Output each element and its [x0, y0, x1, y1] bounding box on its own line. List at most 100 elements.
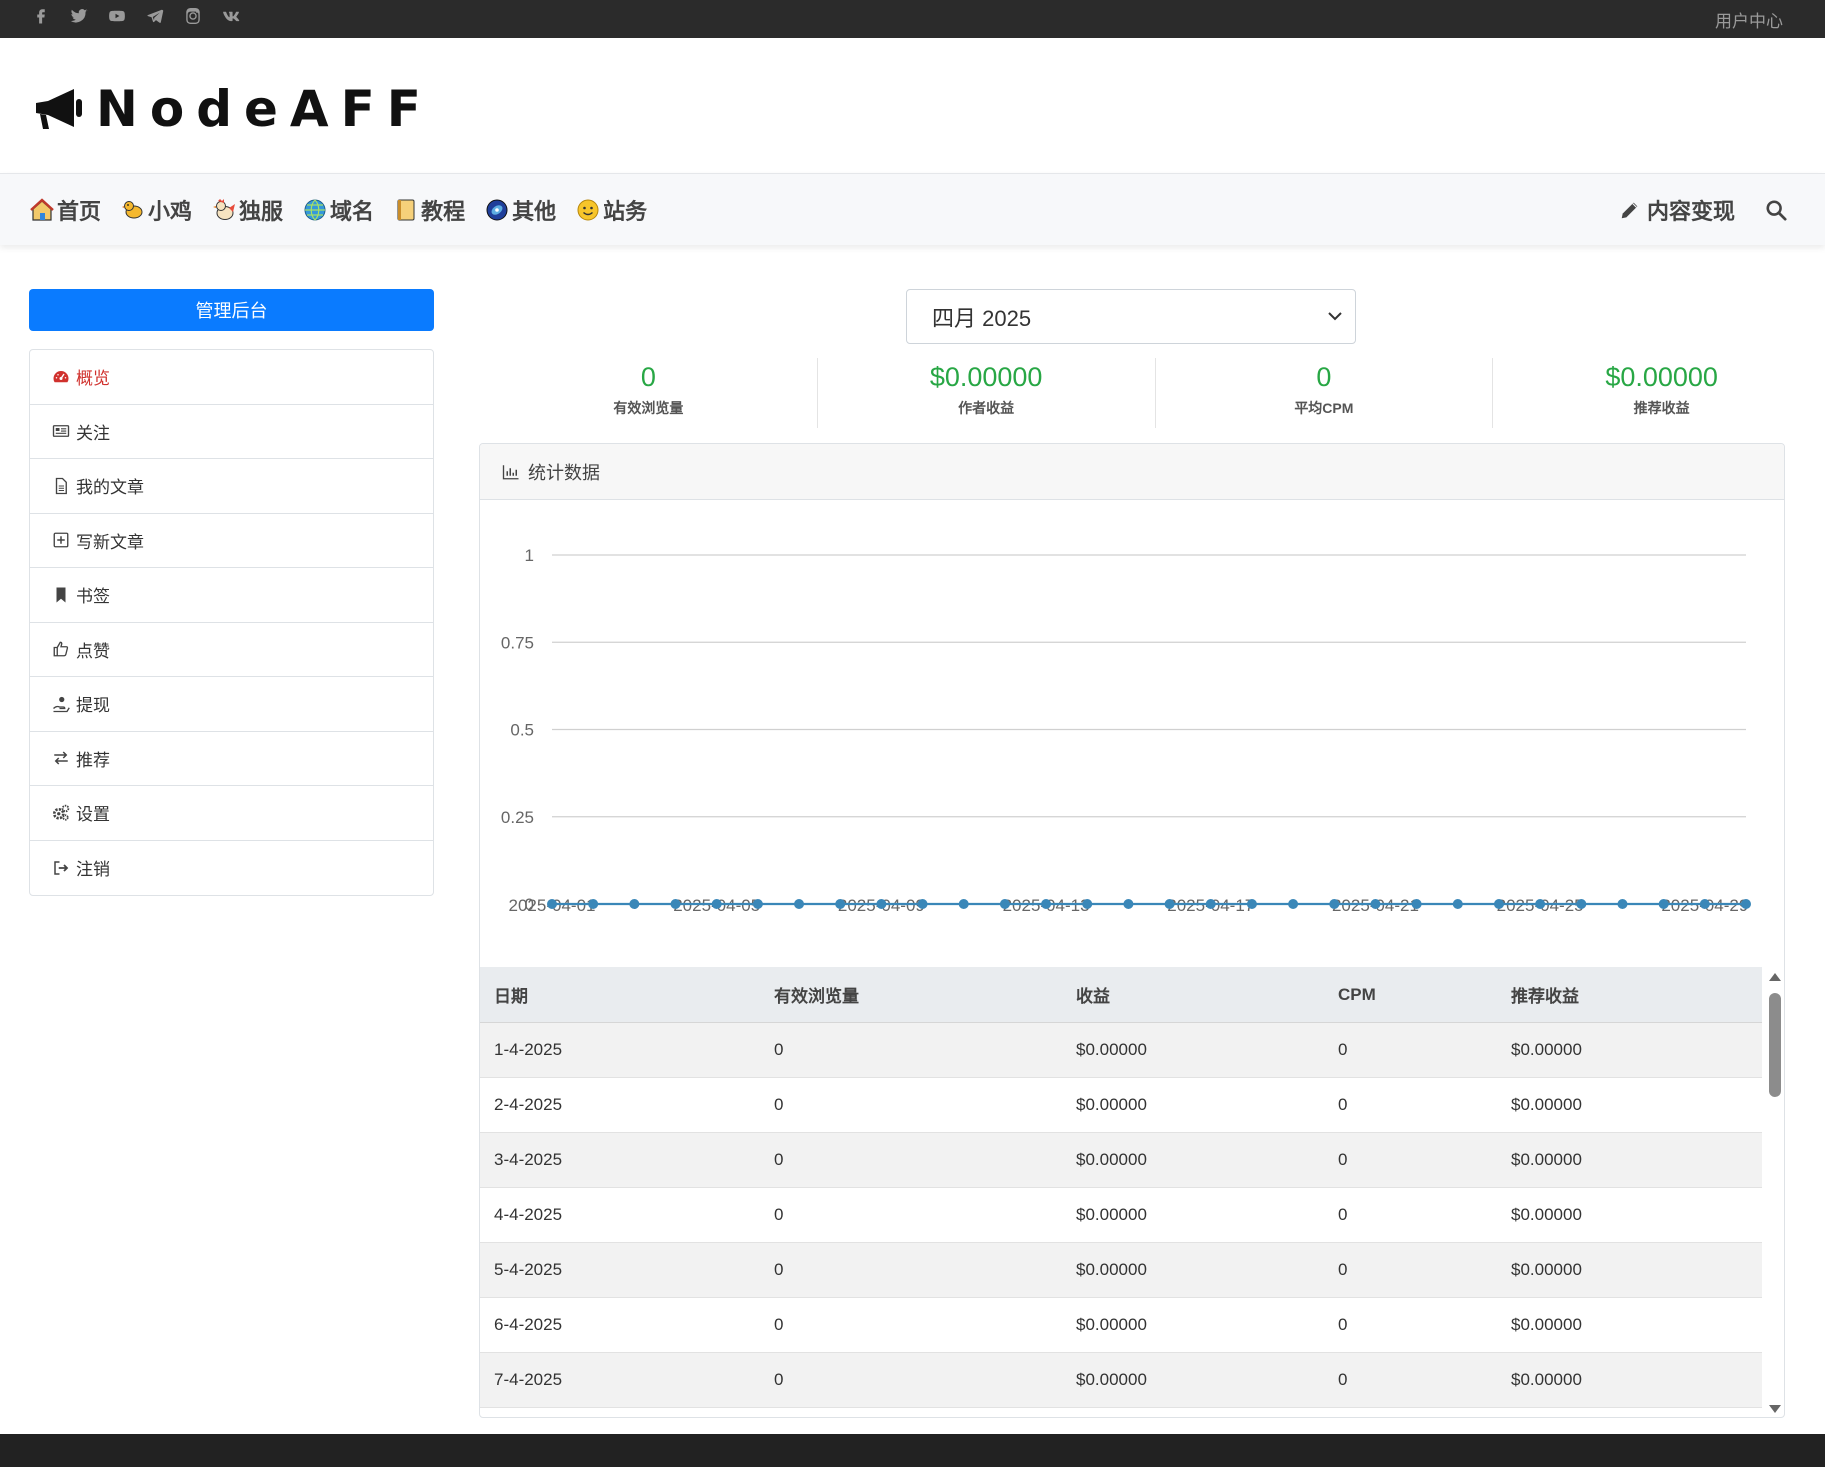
cell-referral: $0.00000	[1511, 1370, 1582, 1389]
data-point	[1617, 899, 1628, 909]
cell-cpm: 0	[1338, 1095, 1348, 1114]
cell-referral: $0.00000	[1511, 1150, 1582, 1169]
col-header-views: 有效浏览量	[774, 987, 859, 1006]
cell-referral: $0.00000	[1511, 1315, 1582, 1334]
globe-icon	[304, 199, 326, 221]
sidebar-item-settings[interactable]: 设置	[30, 786, 433, 841]
logo-text: NodeAFF	[96, 80, 433, 138]
scroll-up-arrow-icon[interactable]	[1769, 973, 1781, 981]
admin-dashboard-button[interactable]: 管理后台	[29, 289, 434, 331]
cell-cpm: 0	[1338, 1150, 1348, 1169]
nav-item-site[interactable]: 站务	[576, 194, 647, 226]
cell-earnings: $0.00000	[1076, 1150, 1147, 1169]
user-center-link[interactable]: 用户中心	[1715, 7, 1783, 32]
social-links	[30, 0, 242, 32]
nav-item-label: 独服	[239, 199, 284, 224]
sidebar-item-label: 关注	[76, 423, 110, 443]
vk-icon[interactable]	[220, 5, 242, 27]
site-header: NodeAFF	[0, 38, 1825, 173]
newspaper-icon	[52, 425, 70, 438]
stat-label: 平均CPM	[1294, 400, 1354, 416]
sidebar-item-logout[interactable]: 注销	[30, 841, 433, 896]
cell-views: 0	[774, 1315, 784, 1334]
youtube-icon[interactable]	[106, 5, 128, 27]
data-point	[1123, 899, 1134, 909]
site-logo[interactable]: NodeAFF	[32, 80, 433, 138]
y-tick-label: 1	[525, 546, 534, 565]
twitter-icon[interactable]	[68, 5, 90, 27]
sidebar-item-withdraw[interactable]: 提现	[30, 677, 433, 732]
cell-earnings: $0.00000	[1076, 1095, 1147, 1114]
cell-views: 0	[774, 1095, 784, 1114]
cell-cpm: 0	[1338, 1040, 1348, 1059]
monetize-label: 内容变现	[1646, 199, 1735, 224]
cell-date: 3-4-2025	[494, 1150, 563, 1169]
top-bar: 用户中心	[0, 0, 1825, 38]
nav-item-label: 教程	[421, 199, 466, 224]
data-point	[1699, 899, 1710, 909]
cell-date: 4-4-2025	[494, 1205, 563, 1224]
sidebar-item-following[interactable]: 关注	[30, 405, 433, 459]
sidebar-item-my-articles[interactable]: 我的文章	[30, 459, 433, 514]
nav-item-home[interactable]: 首页	[30, 194, 101, 226]
stat-label: 作者收益	[958, 400, 1015, 416]
search-icon[interactable]	[1765, 199, 1787, 221]
scroll-thumb[interactable]	[1769, 993, 1781, 1097]
stat-value: $0.00000	[929, 362, 1043, 392]
stat-value: $0.00000	[1605, 362, 1718, 392]
sidebar-item-referral[interactable]: 推荐	[30, 732, 433, 786]
cell-earnings: $0.00000	[1076, 1370, 1147, 1389]
nav-item-other[interactable]: 其他	[485, 194, 556, 226]
telegram-icon[interactable]	[144, 5, 166, 27]
rooster-icon	[213, 199, 236, 220]
sidebar-item-likes[interactable]: 点赞	[30, 623, 433, 677]
nav-item-tutorial[interactable]: 教程	[394, 194, 465, 226]
data-point	[588, 899, 599, 909]
cell-referral: $0.00000	[1511, 1260, 1582, 1279]
monetize-link[interactable]: 内容变现	[1619, 194, 1735, 226]
table-scrollbar[interactable]	[1766, 967, 1784, 1417]
cell-earnings: $0.00000	[1076, 1040, 1147, 1059]
thumbs-up-icon	[53, 641, 69, 657]
sidebar-item-overview[interactable]: 概览	[30, 350, 433, 405]
cell-earnings: $0.00000	[1076, 1205, 1147, 1224]
card-title: 统计数据	[528, 462, 600, 483]
cell-cpm: 0	[1338, 1205, 1348, 1224]
sidebar-menu: 概览 关注 我的文章 写新文章 书签 点赞 提现 推荐 设置 注销	[29, 349, 434, 896]
sidebar-item-label: 概览	[76, 369, 110, 389]
disk-icon	[486, 199, 508, 221]
sidebar-item-bookmarks[interactable]: 书签	[30, 568, 433, 623]
stats-table: 日期 有效浏览量 收益 CPM 推荐收益 1-4-2025 0 $0.00000 0 $…	[480, 967, 1762, 1408]
stat-value: 0	[640, 362, 656, 392]
facebook-icon[interactable]	[30, 5, 52, 27]
cell-cpm: 0	[1338, 1260, 1348, 1279]
sidebar-item-new-article[interactable]: 写新文章	[30, 514, 433, 568]
card-header: 统计数据	[480, 444, 1784, 500]
col-header-earnings: 收益	[1076, 987, 1110, 1006]
nav-item-dedicated[interactable]: 独服	[212, 194, 283, 226]
data-point	[794, 899, 805, 909]
instagram-icon[interactable]	[182, 5, 204, 27]
table-body: 1-4-2025 0 $0.00000 0 $0.00000 2-4-2025 0 $0.00…	[480, 1023, 1762, 1408]
stats-table-container[interactable]: 日期 有效浏览量 收益 CPM 推荐收益 1-4-2025 0 $0.00000 0 $…	[480, 967, 1784, 1417]
sidebar-item-label: 设置	[76, 805, 110, 825]
scroll-down-arrow-icon[interactable]	[1769, 1405, 1781, 1413]
data-point	[1082, 899, 1093, 909]
month-select[interactable]: 四月 2025	[906, 289, 1356, 344]
data-point	[835, 899, 846, 909]
data-point	[917, 899, 928, 909]
nav-item-chick[interactable]: 小鸡	[121, 194, 192, 226]
sidebar-item-label: 写新文章	[76, 532, 144, 552]
data-point	[958, 899, 969, 909]
col-header-date: 日期	[494, 987, 528, 1006]
stats-summary: 0 有效浏览量 $0.00000 作者收益 0 平均CPM $0.00000 推…	[480, 358, 1825, 428]
data-point	[1164, 899, 1175, 909]
sidebar-item-label: 书签	[76, 587, 110, 607]
y-tick-label: 0.25	[501, 808, 534, 827]
y-tick-label: 0.5	[510, 721, 534, 740]
nav-item-label: 小鸡	[148, 199, 193, 224]
stat-referral-earnings: $0.00000 推荐收益	[1493, 358, 1825, 428]
line-chart: 00.250.50.7512025-04-012025-04-052025-04…	[501, 546, 1751, 915]
nav-item-domain[interactable]: 域名	[303, 194, 374, 226]
sidebar-item-label: 注销	[76, 860, 110, 880]
